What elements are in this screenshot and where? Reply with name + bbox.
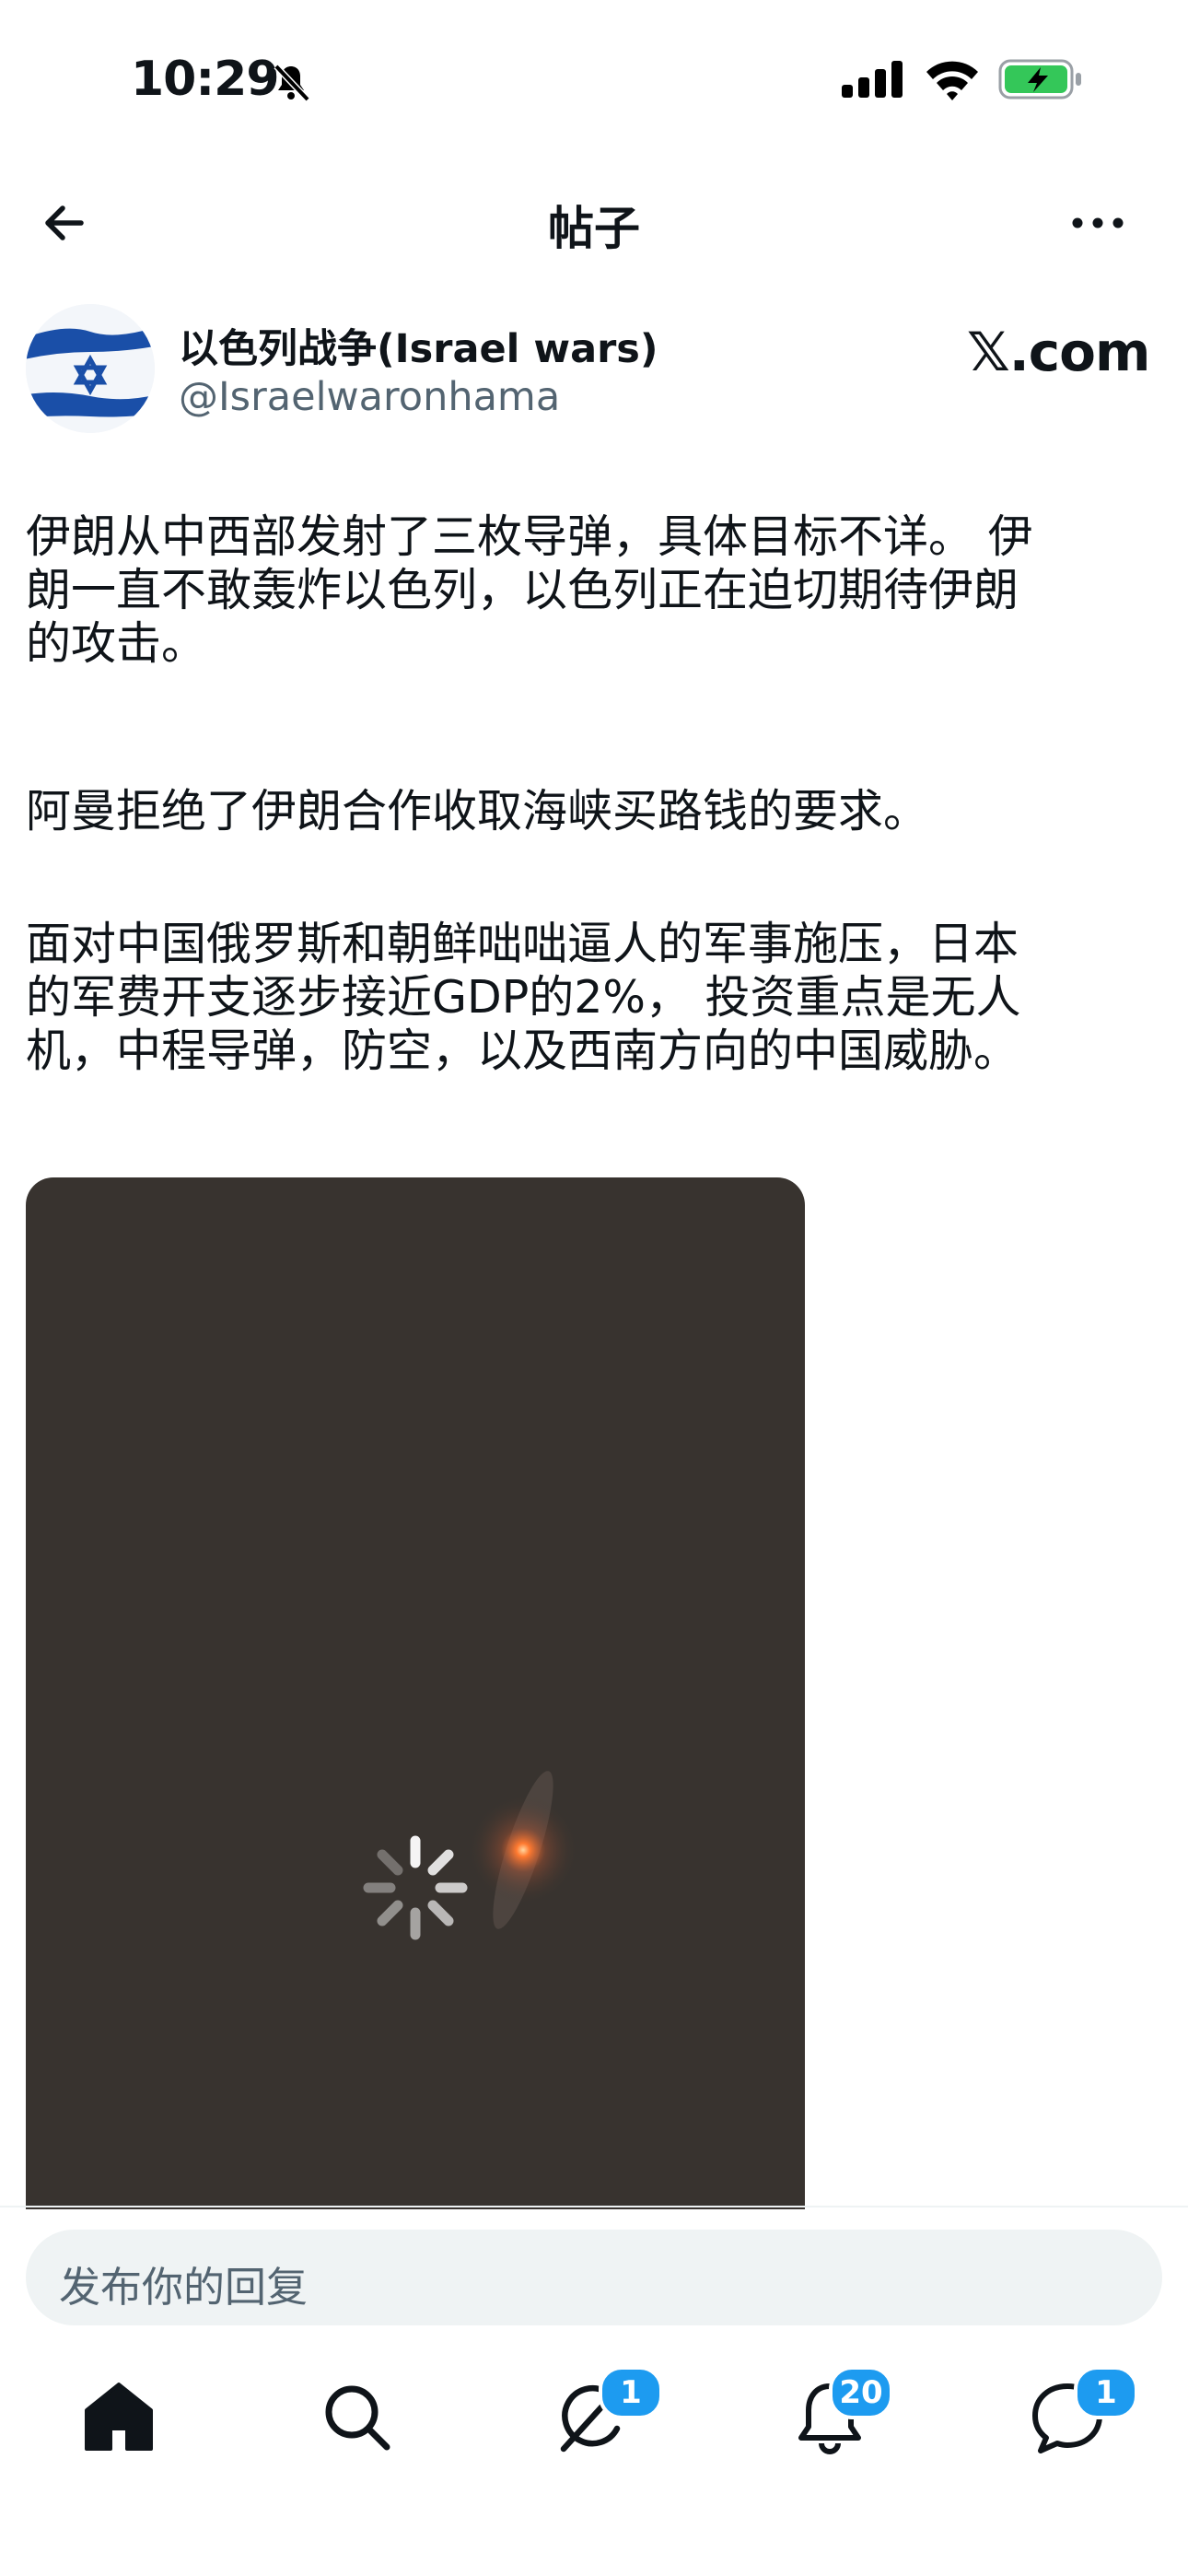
grok-badge: 1 xyxy=(599,2366,663,2419)
source-label: 𝕏.com xyxy=(967,321,1150,383)
reply-input[interactable]: 发布你的回复 xyxy=(26,2230,1162,2325)
battery-charging-icon xyxy=(998,59,1081,100)
wifi-icon xyxy=(926,61,978,100)
more-icon[interactable] xyxy=(1068,203,1127,243)
home-icon[interactable] xyxy=(77,2375,160,2458)
divider xyxy=(0,2206,1188,2207)
post-paragraph: 面对中国俄罗斯和朝鲜咄咄逼人的军事施压，日本 的军费开支逐步接近GDP的2%， … xyxy=(26,918,1021,1077)
post-paragraph: 阿曼拒绝了伊朗合作收取海峡买路钱的要求。 xyxy=(26,785,929,837)
search-icon[interactable] xyxy=(315,2375,398,2458)
author-name[interactable]: 以色列战争(Israel wars) xyxy=(179,317,658,374)
notifications-badge: 20 xyxy=(829,2366,893,2419)
bell-muted-icon xyxy=(274,64,310,102)
reply-placeholder: 发布你的回复 xyxy=(59,2263,309,2312)
post-paragraph: 伊朗从中西部发射了三枚导弹，具体目标不详。 伊 朗一直不敢轰炸以色列，以色列正在… xyxy=(26,510,1033,670)
messages-badge: 1 xyxy=(1074,2366,1138,2419)
loading-spinner-icon xyxy=(363,1835,468,1940)
israel-flag-avatar[interactable] xyxy=(26,304,155,433)
video-player[interactable] xyxy=(26,1177,805,2209)
status-time: 10:29 xyxy=(131,52,280,107)
signal-icon xyxy=(842,61,903,98)
author-handle[interactable]: @Israelwaronhama xyxy=(179,374,560,420)
page-title: 帖子 xyxy=(548,202,640,255)
